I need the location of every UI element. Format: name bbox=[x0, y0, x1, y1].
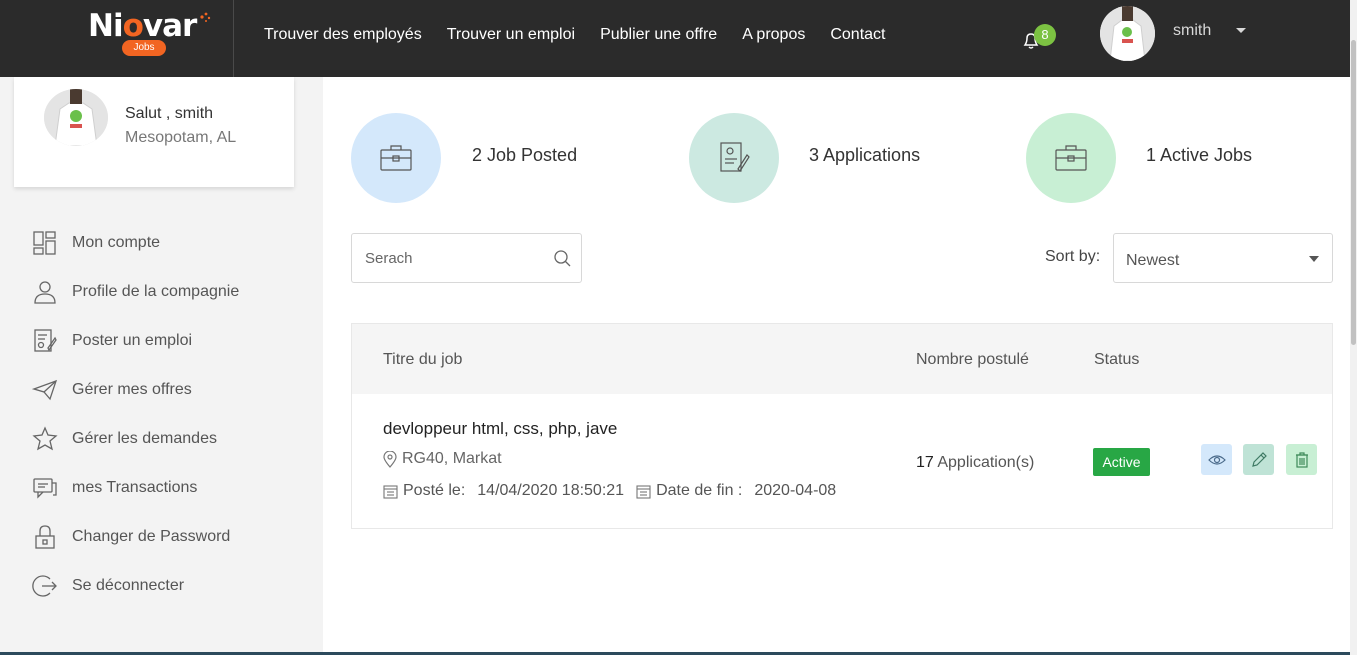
job-dates: Posté le: 14/04/2020 18:50:21 Date de fi… bbox=[383, 482, 836, 500]
calendar-icon bbox=[636, 484, 651, 499]
application-count-suffix: Application(s) bbox=[937, 454, 1035, 471]
trash-icon bbox=[1295, 451, 1308, 468]
sidebar-item-label: Se déconnecter bbox=[72, 577, 185, 594]
user-location: Mesopotam, AL bbox=[125, 129, 237, 146]
paper-plane-icon bbox=[32, 379, 58, 401]
stat-applications-circle bbox=[689, 113, 779, 203]
chevron-down-icon bbox=[1309, 256, 1319, 262]
nav-link-contact[interactable]: Contact bbox=[830, 26, 885, 44]
sort-select[interactable]: Newest bbox=[1113, 233, 1333, 283]
eye-icon bbox=[1207, 454, 1226, 465]
header-job-title: Titre du job bbox=[383, 351, 463, 368]
stat-active-jobs: 1 Active Jobs bbox=[1146, 145, 1253, 165]
job-title[interactable]: devloppeur html, css, php, jave bbox=[383, 419, 617, 439]
briefcase-icon bbox=[380, 145, 412, 171]
sidebar-item-change-password[interactable]: Changer de Password bbox=[32, 522, 312, 552]
search-icon[interactable] bbox=[553, 249, 571, 267]
chat-icon bbox=[33, 478, 57, 499]
chevron-down-icon[interactable] bbox=[1236, 28, 1246, 33]
view-button[interactable] bbox=[1201, 444, 1232, 475]
brand-name: Niovar bbox=[88, 8, 197, 44]
application-count: 17 Application(s) bbox=[916, 454, 1034, 472]
posted-date: 14/04/2020 18:50:21 bbox=[477, 482, 625, 499]
search-placeholder: Serach bbox=[365, 250, 413, 267]
stat-active-jobs-circle bbox=[1026, 113, 1116, 203]
briefcase-icon bbox=[1055, 145, 1087, 171]
sidebar-item-logout[interactable]: Se déconnecter bbox=[32, 571, 312, 601]
profile-card: Salut , smith Mesopotam, AL bbox=[14, 77, 294, 187]
stat-applications: 3 Applications bbox=[809, 145, 921, 165]
sidebar-item-profile[interactable]: Profile de la compagnie bbox=[32, 277, 312, 307]
status-badge: Active bbox=[1093, 448, 1150, 476]
sidebar-item-label: Poster un emploi bbox=[72, 332, 193, 349]
greeting: Salut , smith bbox=[125, 105, 214, 122]
table-header: Titre du job Nombre postulé Status bbox=[352, 324, 1332, 394]
avatar[interactable] bbox=[1100, 6, 1155, 61]
sidebar-item-transactions[interactable]: mes Transactions bbox=[32, 473, 312, 503]
sidebar-item-manage-offers[interactable]: Gérer mes offres bbox=[32, 375, 312, 405]
sidebar-item-label: mes Transactions bbox=[72, 479, 198, 496]
username[interactable]: smith bbox=[1173, 22, 1211, 40]
jobs-table: Titre du job Nombre postulé Status devlo… bbox=[351, 323, 1333, 529]
dashboard-icon bbox=[33, 231, 56, 255]
delete-button[interactable] bbox=[1286, 444, 1317, 475]
logo-dots-icon bbox=[200, 12, 211, 22]
nav-link-about[interactable]: A propos bbox=[742, 26, 805, 44]
edit-button[interactable] bbox=[1243, 444, 1274, 475]
nav-divider bbox=[233, 0, 234, 77]
user-icon bbox=[34, 281, 56, 304]
logout-icon bbox=[32, 575, 57, 597]
end-date: 2020-04-08 bbox=[754, 482, 837, 499]
header-status: Status bbox=[1094, 351, 1140, 368]
sidebar-item-label: Mon compte bbox=[72, 234, 161, 251]
avatar bbox=[44, 89, 108, 146]
sidebar-item-label: Gérer les demandes bbox=[72, 430, 217, 447]
nav-link-find-employees[interactable]: Trouver des employés bbox=[264, 26, 422, 44]
notification-badge: 8 bbox=[1034, 24, 1056, 46]
sidebar-item-mon-compte[interactable]: Mon compte bbox=[32, 228, 312, 258]
search-input[interactable]: Serach bbox=[351, 233, 582, 283]
sidebar-item-label: Gérer mes offres bbox=[72, 381, 192, 398]
main-nav: Trouver des employés Trouver un emploi P… bbox=[264, 26, 885, 44]
stat-jobs-posted: 2 Job Posted bbox=[472, 145, 578, 165]
job-location: RG40, Markat bbox=[383, 450, 502, 468]
sidebar-item-label: Changer de Password bbox=[72, 528, 231, 545]
brand-logo[interactable]: Niovar Jobs bbox=[88, 8, 213, 58]
sort-label: Sort by: bbox=[1045, 248, 1101, 265]
lock-icon bbox=[35, 525, 55, 549]
sidebar-item-post-job[interactable]: Poster un emploi bbox=[32, 326, 312, 356]
pencil-icon bbox=[1251, 451, 1267, 467]
scrollbar-thumb[interactable] bbox=[1351, 40, 1356, 345]
job-location-text: RG40, Markat bbox=[402, 450, 502, 467]
sidebar-item-label: Profile de la compagnie bbox=[72, 283, 240, 300]
application-icon bbox=[720, 142, 750, 172]
location-pin-icon bbox=[383, 450, 397, 468]
star-icon bbox=[32, 426, 58, 451]
stat-jobs-posted-circle bbox=[351, 113, 441, 203]
sidebar-item-manage-requests[interactable]: Gérer les demandes bbox=[32, 424, 312, 454]
top-navbar: Niovar Jobs Trouver des employés Trouver… bbox=[0, 0, 1350, 77]
posted-label: Posté le: bbox=[403, 482, 466, 499]
header-applied-count: Nombre postulé bbox=[916, 351, 1029, 368]
post-job-icon bbox=[34, 329, 57, 352]
end-date-label: Date de fin : bbox=[656, 482, 743, 499]
brand-badge: Jobs bbox=[122, 40, 166, 56]
nav-link-find-job[interactable]: Trouver un emploi bbox=[447, 26, 575, 44]
application-count-number: 17 bbox=[916, 454, 934, 471]
nav-link-post-offer[interactable]: Publier une offre bbox=[600, 26, 717, 44]
calendar-icon bbox=[383, 484, 398, 499]
sort-value: Newest bbox=[1126, 252, 1180, 269]
